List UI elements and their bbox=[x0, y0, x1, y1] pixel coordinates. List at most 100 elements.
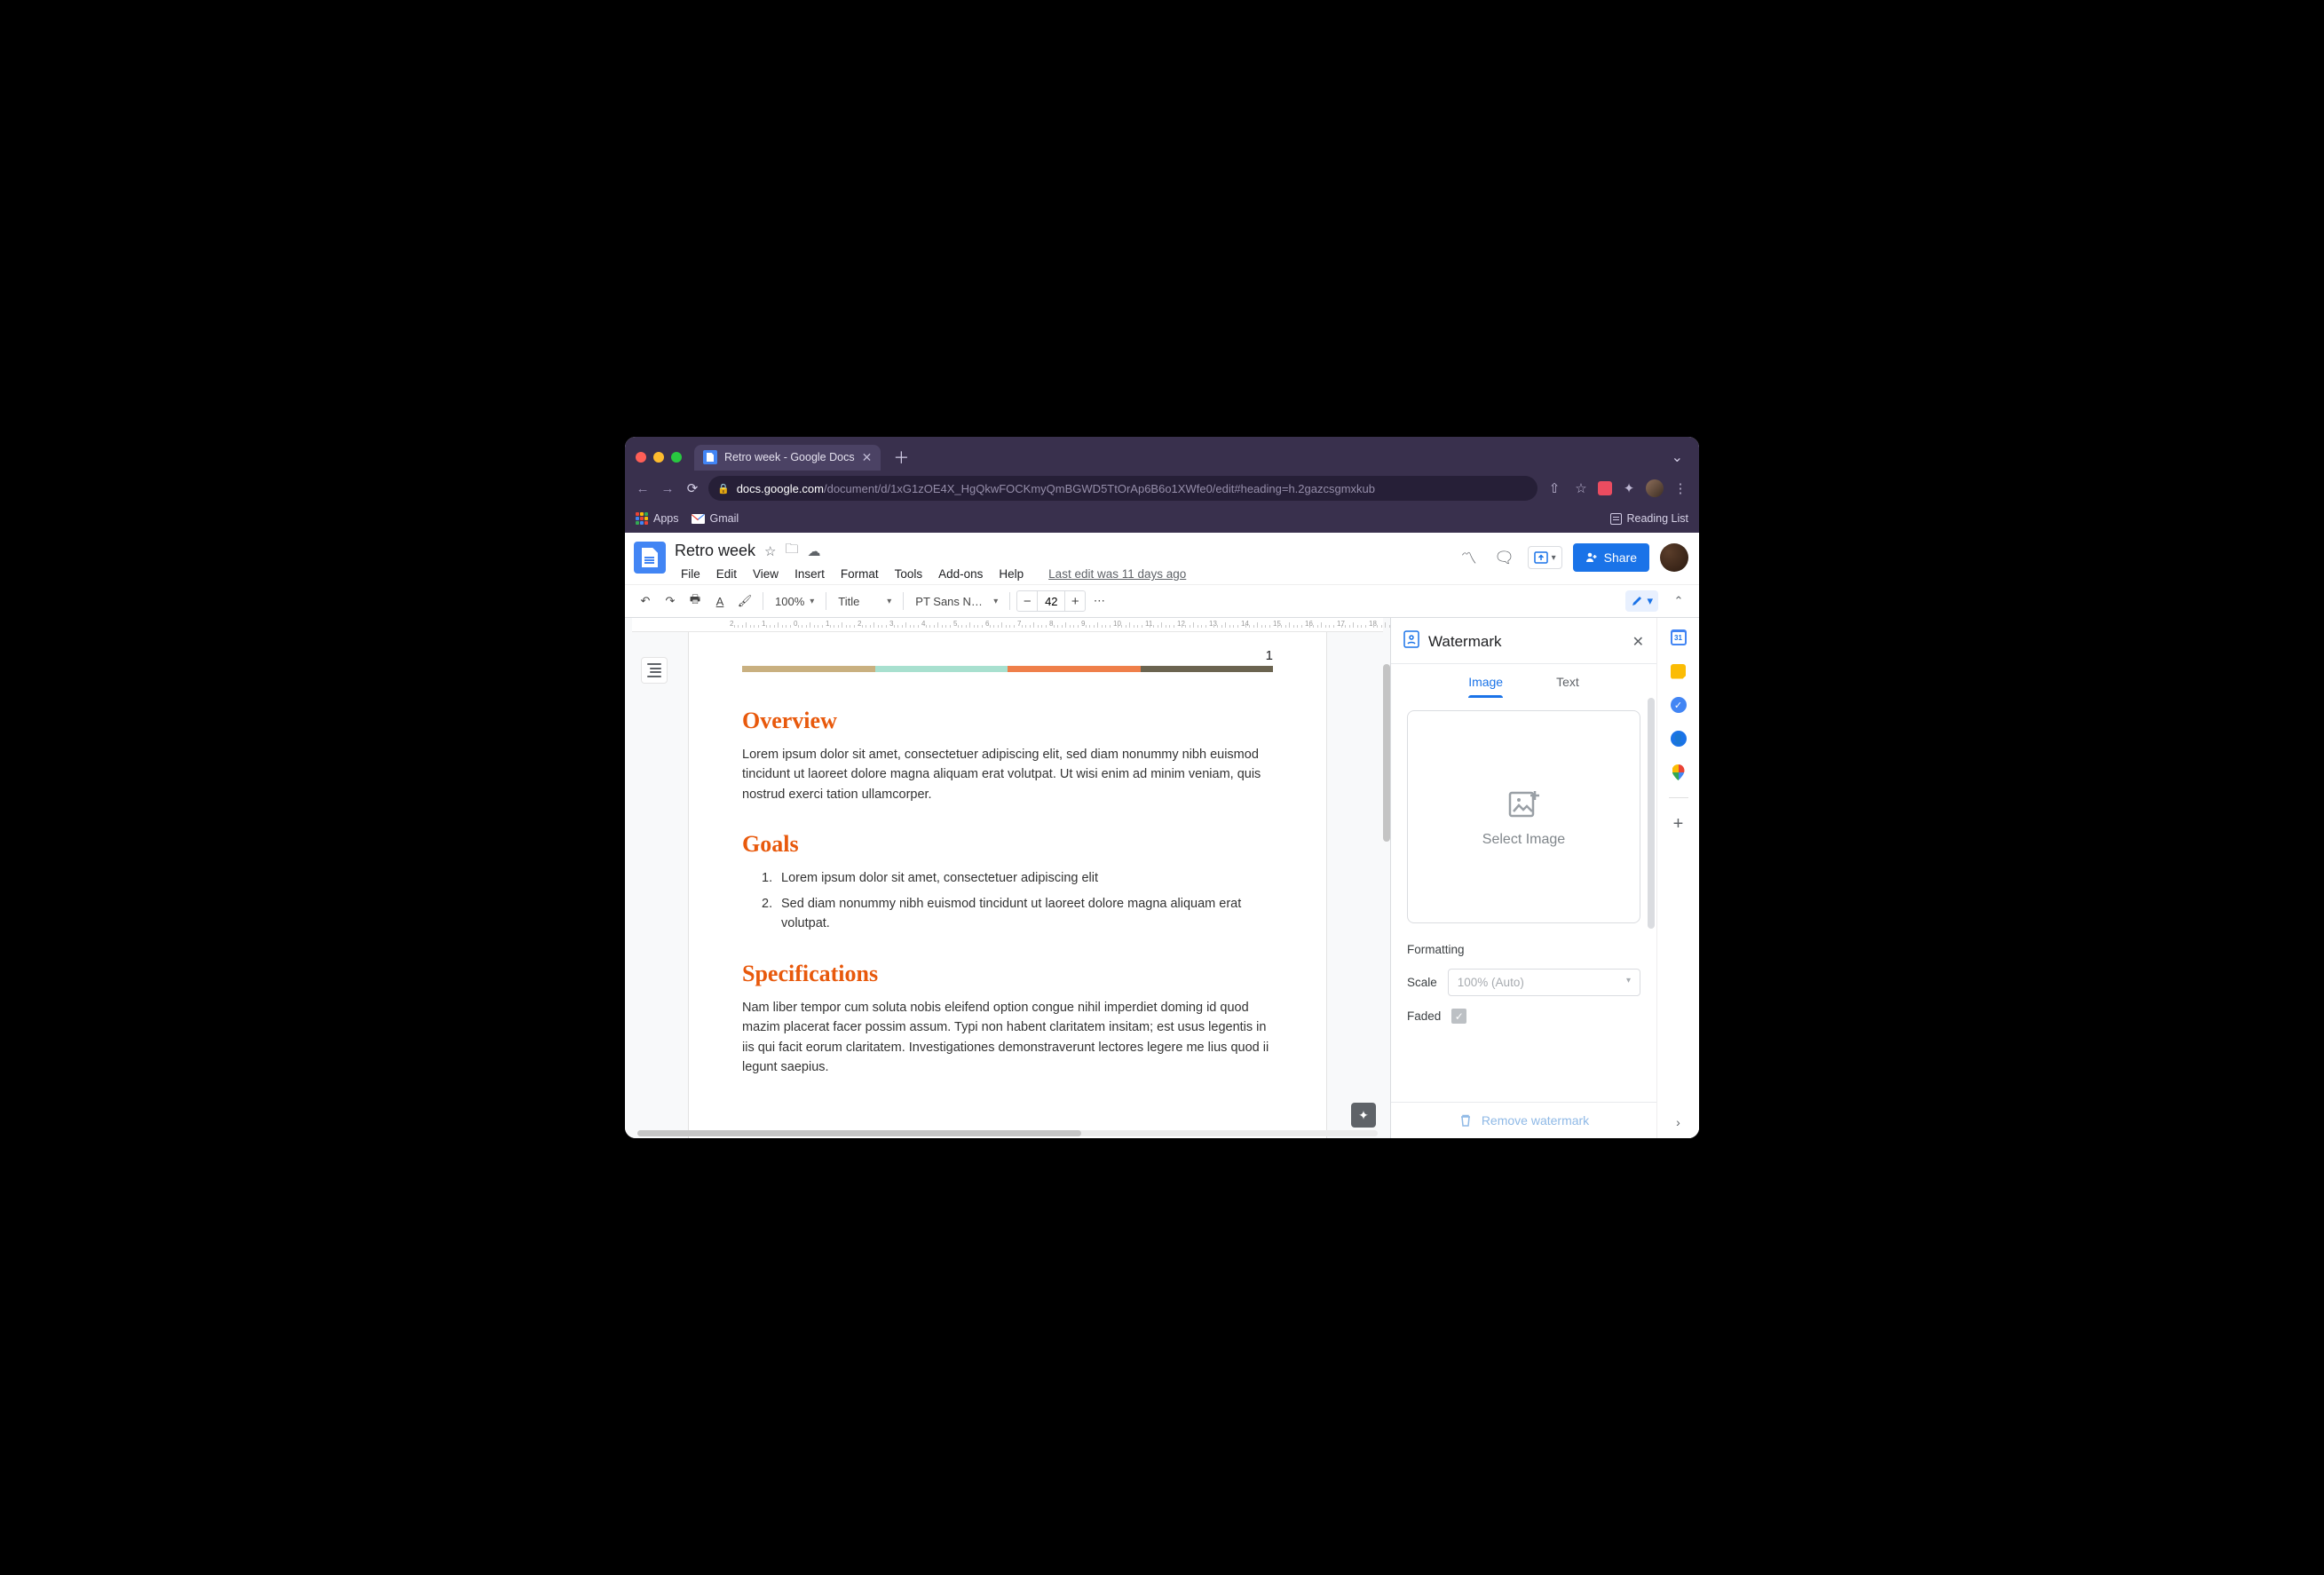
print-button[interactable]: 🖶 bbox=[684, 590, 707, 613]
remove-watermark-button[interactable]: Remove watermark bbox=[1391, 1102, 1656, 1138]
heading-specifications[interactable]: Specifications bbox=[742, 961, 1273, 987]
watermark-icon bbox=[1403, 630, 1419, 653]
list-item[interactable]: Lorem ipsum dolor sit amet, consectetuer… bbox=[742, 868, 1273, 888]
share-button[interactable]: Share bbox=[1573, 543, 1649, 572]
chrome-menu-icon[interactable]: ⋮ bbox=[1671, 480, 1690, 496]
docs-home-icon[interactable] bbox=[634, 542, 666, 574]
window-controls[interactable] bbox=[636, 452, 682, 463]
body-text[interactable]: Lorem ipsum dolor sit amet, consectetuer… bbox=[742, 745, 1273, 804]
body-text[interactable]: Nam liber tempor cum soluta nobis eleife… bbox=[742, 998, 1273, 1078]
tab-text[interactable]: Text bbox=[1556, 675, 1579, 698]
menu-help[interactable]: Help bbox=[992, 565, 1030, 583]
formatting-label: Formatting bbox=[1407, 943, 1640, 956]
font-select[interactable]: PT Sans N…▾ bbox=[910, 590, 1003, 613]
share-page-icon[interactable]: ⇧ bbox=[1545, 480, 1564, 496]
explore-button[interactable]: ✦ bbox=[1351, 1103, 1376, 1128]
heading-goals[interactable]: Goals bbox=[742, 831, 1273, 858]
minimize-window-icon[interactable] bbox=[653, 452, 664, 463]
hide-sidepanel-icon[interactable]: › bbox=[1676, 1115, 1680, 1129]
horizontal-scrollbar[interactable] bbox=[637, 1130, 1378, 1136]
cloud-status-icon[interactable]: ☁ bbox=[808, 543, 821, 559]
document-page[interactable]: 1 Overview Lorem ipsum dolor sit amet, c… bbox=[688, 632, 1327, 1138]
spellcheck-button[interactable]: A bbox=[708, 590, 731, 613]
watermark-panel: Watermark ✕ Image Text Select Image Form… bbox=[1390, 618, 1656, 1138]
paragraph-style-select[interactable]: Title▾ bbox=[833, 590, 897, 613]
editing-mode-button[interactable]: ▾ bbox=[1625, 590, 1658, 612]
comments-icon[interactable]: 🗨 bbox=[1492, 549, 1517, 567]
back-button[interactable]: ← bbox=[634, 481, 652, 496]
share-person-icon bbox=[1585, 551, 1598, 564]
extension-icon[interactable] bbox=[1598, 481, 1612, 495]
menu-view[interactable]: View bbox=[747, 565, 785, 583]
tab-image[interactable]: Image bbox=[1468, 675, 1503, 698]
select-image-label: Select Image bbox=[1482, 832, 1565, 848]
close-panel-button[interactable]: ✕ bbox=[1632, 633, 1644, 651]
address-bar[interactable]: 🔒 docs.google.com/document/d/1xG1zOE4X_H… bbox=[708, 476, 1537, 501]
scale-select[interactable]: 100% (Auto) ▾ bbox=[1448, 969, 1640, 996]
redo-button[interactable]: ↷ bbox=[659, 590, 682, 613]
tasks-icon: ✓ bbox=[1671, 697, 1687, 713]
panel-scrollbar[interactable] bbox=[1648, 698, 1655, 929]
heading-overview[interactable]: Overview bbox=[742, 708, 1273, 734]
maximize-window-icon[interactable] bbox=[671, 452, 682, 463]
select-image-dropzone[interactable]: Select Image bbox=[1407, 710, 1640, 923]
tasks-button[interactable]: ✓ bbox=[1670, 696, 1688, 714]
present-up-icon bbox=[1534, 551, 1548, 564]
keep-button[interactable] bbox=[1670, 662, 1688, 680]
vertical-scrollbar[interactable] bbox=[1383, 664, 1390, 842]
bookmark-apps[interactable]: Apps bbox=[636, 512, 679, 525]
font-size-decrease[interactable]: − bbox=[1017, 591, 1037, 611]
undo-button[interactable]: ↶ bbox=[634, 590, 657, 613]
profile-avatar-icon[interactable] bbox=[1646, 479, 1664, 497]
account-avatar-icon[interactable] bbox=[1660, 543, 1688, 572]
reading-list-button[interactable]: Reading List bbox=[1610, 512, 1689, 525]
close-window-icon[interactable] bbox=[636, 452, 646, 463]
menu-addons[interactable]: Add-ons bbox=[932, 565, 989, 583]
close-tab-icon[interactable]: ✕ bbox=[862, 450, 873, 465]
font-size-stepper[interactable]: − + bbox=[1016, 590, 1086, 612]
menu-format[interactable]: Format bbox=[834, 565, 885, 583]
bookmark-gmail[interactable]: Gmail bbox=[692, 512, 739, 525]
chevron-down-icon: ▾ bbox=[887, 597, 891, 606]
faded-checkbox[interactable]: ✓ bbox=[1451, 1009, 1466, 1024]
url-host: docs.google.com bbox=[737, 482, 824, 495]
menu-tools[interactable]: Tools bbox=[889, 565, 929, 583]
pencil-icon bbox=[1631, 595, 1643, 607]
zoom-select[interactable]: 100%▾ bbox=[770, 590, 819, 613]
tab-overflow-icon[interactable]: ⌄ bbox=[1672, 448, 1683, 466]
calendar-button[interactable] bbox=[1670, 629, 1688, 646]
get-addons-button[interactable]: + bbox=[1673, 814, 1684, 835]
extensions-puzzle-icon[interactable]: ✦ bbox=[1619, 480, 1639, 496]
document-title[interactable]: Retro week bbox=[675, 542, 755, 560]
reload-button[interactable]: ⟳ bbox=[684, 480, 701, 496]
activity-icon[interactable]: 〽 bbox=[1457, 546, 1482, 569]
new-tab-button[interactable]: ＋ bbox=[893, 446, 909, 469]
move-icon[interactable]: 🗀 bbox=[786, 540, 799, 562]
chevron-down-icon: ▾ bbox=[1626, 976, 1631, 989]
font-size-increase[interactable]: + bbox=[1065, 591, 1085, 611]
goals-list[interactable]: Lorem ipsum dolor sit amet, consectetuer… bbox=[742, 868, 1273, 933]
document-scroll[interactable]: 1 Overview Lorem ipsum dolor sit amet, c… bbox=[625, 632, 1390, 1138]
bookmark-star-icon[interactable]: ☆ bbox=[1571, 480, 1591, 496]
browser-tab[interactable]: Retro week - Google Docs ✕ bbox=[694, 445, 881, 471]
paint-format-button[interactable]: 🖌 bbox=[733, 590, 756, 613]
list-item[interactable]: Sed diam nonummy nibh euismod tincidunt … bbox=[742, 894, 1273, 934]
font-size-input[interactable] bbox=[1037, 591, 1065, 611]
menu-edit[interactable]: Edit bbox=[710, 565, 743, 583]
last-edit-link[interactable]: Last edit was 11 days ago bbox=[1042, 565, 1192, 583]
show-outline-button[interactable] bbox=[641, 657, 668, 684]
lock-icon[interactable]: 🔒 bbox=[717, 483, 730, 495]
star-icon[interactable]: ☆ bbox=[764, 543, 776, 559]
menu-insert[interactable]: Insert bbox=[788, 565, 831, 583]
bookmarks-bar: Apps Gmail Reading List bbox=[625, 504, 1699, 533]
address-bar-row: ← → ⟳ 🔒 docs.google.com/document/d/1xG1z… bbox=[625, 472, 1699, 504]
contacts-button[interactable]: 👤 bbox=[1670, 730, 1688, 748]
more-toolbar-icon[interactable]: ⋯ bbox=[1087, 590, 1111, 613]
rail-separator bbox=[1669, 797, 1688, 798]
collapse-toolbar-icon[interactable]: ⌃ bbox=[1667, 590, 1690, 613]
maps-button[interactable] bbox=[1670, 764, 1688, 781]
horizontal-ruler[interactable]: 210123456789101112131415161718 bbox=[632, 618, 1383, 632]
present-button[interactable]: ▾ bbox=[1528, 546, 1562, 569]
menu-file[interactable]: File bbox=[675, 565, 707, 583]
url-path: /document/d/1xG1zOE4X_HgQkwFOCKmyQmBGWD5… bbox=[824, 482, 1375, 495]
